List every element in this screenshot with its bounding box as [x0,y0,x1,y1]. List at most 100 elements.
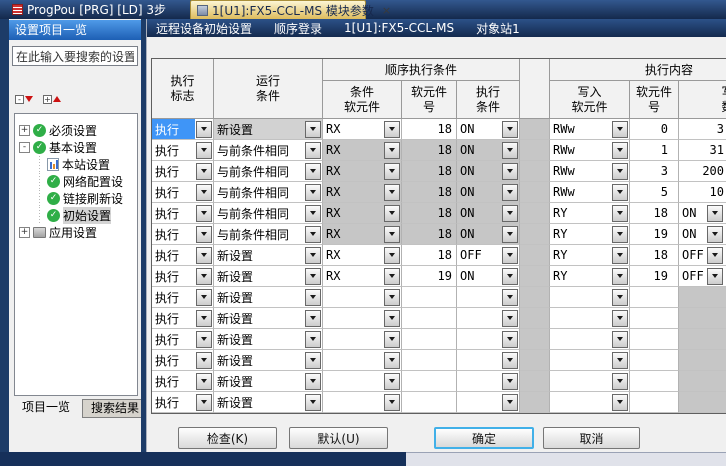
cell-write-device[interactable] [550,287,630,308]
cell-cond-exec[interactable] [457,308,520,329]
cell-exec-flag[interactable]: 执行 [152,119,214,140]
cancel-button[interactable]: 取消 [543,427,640,449]
cell-cond-exec[interactable] [457,287,520,308]
menu-item[interactable]: 1[U1]:FX5-CCL-MS [344,21,454,35]
dropdown-button[interactable] [384,268,400,285]
dropdown-button[interactable] [384,121,400,138]
dropdown-button[interactable] [196,205,212,222]
cell-write-data[interactable] [679,287,726,308]
cell-write-device-no[interactable]: 3 [630,161,679,182]
dropdown-button[interactable] [196,247,212,264]
default-button[interactable]: 默认(U) [289,427,388,449]
tree-item[interactable]: ✓链接刷新设 [15,190,137,207]
cell-exec-flag[interactable]: 执行 [152,329,214,350]
check-button[interactable]: 检查(K) [178,427,277,449]
cell-run-condition[interactable]: 新设置 [214,308,323,329]
dropdown-button[interactable] [612,163,628,180]
cell-write-device-no[interactable] [630,392,679,413]
tree-item[interactable]: -✓基本设置 [15,139,137,156]
cell-cond-device[interactable]: RX [323,182,402,203]
dropdown-button[interactable] [612,205,628,222]
dropdown-button[interactable] [502,352,518,369]
menu-item[interactable]: 对象站1 [476,20,520,37]
dropdown-button[interactable] [196,142,212,159]
dropdown-button[interactable] [196,184,212,201]
dropdown-button[interactable] [384,352,400,369]
cell-write-device[interactable] [550,329,630,350]
cell-exec-flag[interactable]: 执行 [152,245,214,266]
cell-cond-device[interactable]: RX [323,203,402,224]
cell-run-condition[interactable]: 与前条件相同 [214,161,323,182]
cell-write-device-no[interactable]: 0 [630,119,679,140]
dropdown-button[interactable] [502,373,518,390]
cell-cond-device-no[interactable] [402,329,457,350]
cell-write-device-no[interactable]: 18 [630,245,679,266]
dropdown-button[interactable] [502,268,518,285]
cell-run-condition[interactable]: 与前条件相同 [214,140,323,161]
dropdown-button[interactable] [305,205,321,222]
dropdown-button[interactable] [305,142,321,159]
dropdown-button[interactable] [612,331,628,348]
cell-write-device-no[interactable]: 1 [630,140,679,161]
dropdown-button[interactable] [502,289,518,306]
cell-write-device-no[interactable]: 5 [630,182,679,203]
dropdown-button[interactable] [612,268,628,285]
dropdown-button[interactable] [502,184,518,201]
cell-cond-device[interactable] [323,392,402,413]
dropdown-button[interactable] [502,163,518,180]
dropdown-button[interactable] [384,226,400,243]
cell-write-device-no[interactable] [630,329,679,350]
cell-write-device[interactable] [550,371,630,392]
collapse-icon[interactable]: - [19,142,30,153]
cell-exec-flag[interactable]: 执行 [152,182,214,203]
cell-cond-device[interactable] [323,329,402,350]
dropdown-button[interactable] [305,247,321,264]
dropdown-button[interactable] [305,163,321,180]
dropdown-button[interactable] [612,289,628,306]
cell-cond-exec[interactable]: ON [457,224,520,245]
dropdown-button[interactable] [384,184,400,201]
tree-item[interactable]: ✓网络配置设 [15,173,137,190]
expand-all-icon[interactable]: + [41,90,63,108]
cell-run-condition[interactable]: 新设置 [214,350,323,371]
dropdown-button[interactable] [196,163,212,180]
dropdown-button[interactable] [502,205,518,222]
dropdown-button[interactable] [384,247,400,264]
dropdown-button[interactable] [612,226,628,243]
cell-cond-device-no[interactable] [402,287,457,308]
tab-item-list[interactable]: 项目一览 [14,399,78,418]
dropdown-button[interactable] [305,373,321,390]
dropdown-button[interactable] [196,121,212,138]
tab-module-parameter[interactable]: 1[U1]:FX5-CCL-MS 模块参数 × [190,0,366,19]
cell-cond-exec[interactable]: ON [457,140,520,161]
cell-write-data[interactable]: ON [679,203,726,224]
cell-exec-flag[interactable]: 执行 [152,371,214,392]
dropdown-button[interactable] [384,331,400,348]
cell-write-device[interactable]: RY [550,224,630,245]
cell-cond-exec[interactable] [457,371,520,392]
cell-run-condition[interactable]: 新设置 [214,119,323,140]
cell-write-data[interactable] [679,392,726,413]
cell-write-device[interactable] [550,308,630,329]
dropdown-button[interactable] [612,394,628,411]
tree-item[interactable]: 本站设置 [15,156,137,173]
cell-exec-flag[interactable]: 执行 [152,350,214,371]
dropdown-button[interactable] [384,310,400,327]
dropdown-button[interactable] [502,121,518,138]
cell-write-device-no[interactable] [630,350,679,371]
cell-cond-device-no[interactable]: 18 [402,161,457,182]
cell-cond-exec[interactable]: ON [457,266,520,287]
dropdown-button[interactable] [196,289,212,306]
dropdown-button[interactable] [384,289,400,306]
dropdown-button[interactable] [196,268,212,285]
cell-exec-flag[interactable]: 执行 [152,224,214,245]
cell-cond-device[interactable]: RX [323,161,402,182]
dropdown-button[interactable] [612,142,628,159]
cell-run-condition[interactable]: 新设置 [214,245,323,266]
cell-write-data[interactable]: OFF [679,266,726,287]
cell-run-condition[interactable]: 与前条件相同 [214,224,323,245]
cell-exec-flag[interactable]: 执行 [152,392,214,413]
cell-cond-device-no[interactable]: 18 [402,182,457,203]
dropdown-button[interactable] [196,394,212,411]
dropdown-button[interactable] [612,247,628,264]
